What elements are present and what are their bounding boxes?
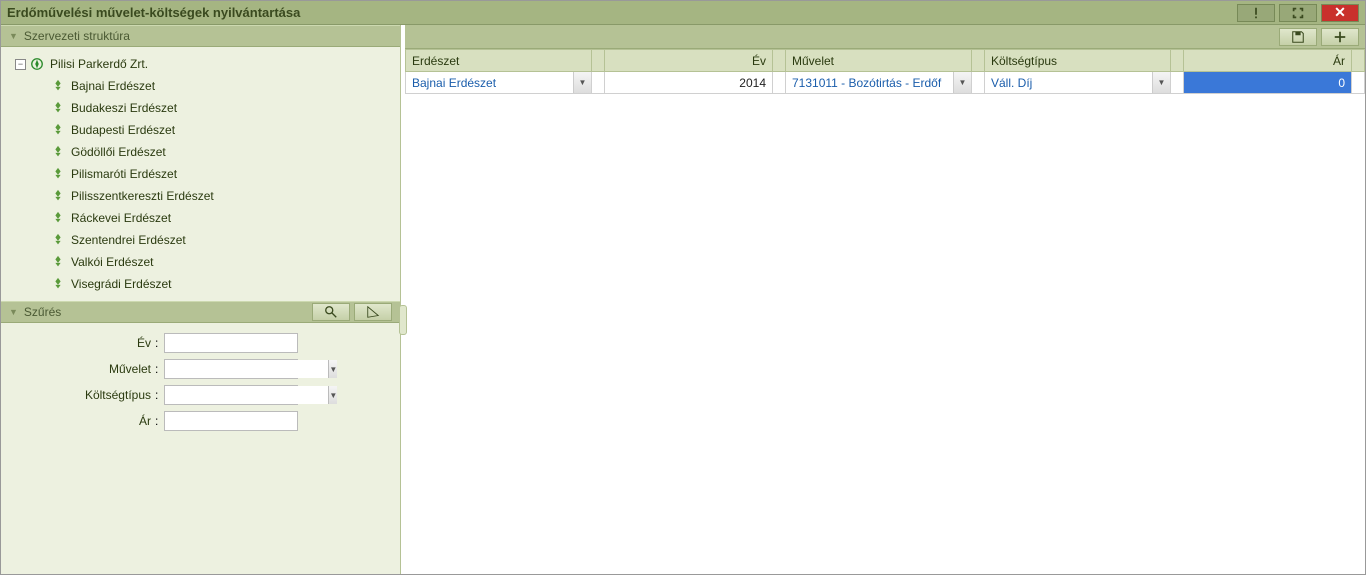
chevron-down-icon: ▼ bbox=[9, 307, 18, 317]
save-button[interactable] bbox=[1279, 28, 1317, 46]
col-ev[interactable]: Év bbox=[605, 50, 773, 72]
tree-item[interactable]: Pilismaróti Erdészet bbox=[5, 163, 396, 185]
leaf-icon bbox=[51, 123, 65, 137]
col-muvelet[interactable]: Művelet bbox=[786, 50, 972, 72]
leaf-icon bbox=[51, 167, 65, 181]
filter-header-label: Szűrés bbox=[24, 305, 61, 319]
tree-item-label: Gödöllői Erdészet bbox=[71, 145, 166, 159]
tree-item[interactable]: Pilisszentkereszti Erdészet bbox=[5, 185, 396, 207]
table-row[interactable]: ▼ ▼ ▼ bbox=[406, 72, 1365, 94]
dirty-marker bbox=[972, 72, 985, 94]
filter-panel-header[interactable]: ▼ Szűrés bbox=[1, 301, 400, 323]
tree-item[interactable]: Gödöllői Erdészet bbox=[5, 141, 396, 163]
col-erdeszet[interactable]: Erdészet bbox=[406, 50, 592, 72]
org-icon bbox=[30, 57, 44, 71]
data-grid: Erdészet Év Művelet Költségtípus Ár ▼ ▼ bbox=[405, 49, 1365, 94]
tree-item[interactable]: Visegrádi Erdészet bbox=[5, 273, 396, 295]
tree-item-label: Budapesti Erdészet bbox=[71, 123, 175, 137]
filter-muvelet-label: Művelet bbox=[15, 362, 155, 376]
col-ar[interactable]: Ár bbox=[1184, 50, 1352, 72]
leaf-icon bbox=[51, 79, 65, 93]
filter-koltseg-label: Költségtípus bbox=[15, 388, 155, 402]
tree-item-label: Bajnai Erdészet bbox=[71, 79, 155, 93]
filter-ev-label: Év bbox=[15, 336, 155, 350]
filter-ar-input[interactable] bbox=[164, 411, 298, 431]
dirty-marker bbox=[1352, 72, 1365, 94]
add-row-button[interactable] bbox=[1321, 28, 1359, 46]
tree-item-label: Visegrádi Erdészet bbox=[71, 277, 172, 291]
leaf-icon bbox=[51, 255, 65, 269]
tree-item-label: Szentendrei Erdészet bbox=[71, 233, 186, 247]
col-koltseg[interactable]: Költségtípus bbox=[985, 50, 1171, 72]
filter-ev-input[interactable] bbox=[164, 333, 298, 353]
leaf-icon bbox=[51, 189, 65, 203]
left-panel: ▼ Szervezeti struktúra − Pilisi Parkerdő… bbox=[1, 25, 401, 574]
filter-form: Év: Művelet: ▼ Költségtípus: ▼ Ár: bbox=[1, 323, 400, 574]
tree-item[interactable]: Budakeszi Erdészet bbox=[5, 97, 396, 119]
leaf-icon bbox=[51, 233, 65, 247]
grid-toolbar bbox=[405, 25, 1365, 49]
tree-root[interactable]: − Pilisi Parkerdő Zrt. bbox=[5, 53, 396, 75]
splitter-handle[interactable] bbox=[399, 305, 407, 335]
right-panel: Erdészet Év Művelet Költségtípus Ár ▼ ▼ bbox=[401, 25, 1365, 574]
tree-item[interactable]: Bajnai Erdészet bbox=[5, 75, 396, 97]
dirty-marker bbox=[592, 72, 605, 94]
chevron-down-icon[interactable]: ▼ bbox=[1152, 72, 1170, 93]
leaf-icon bbox=[51, 277, 65, 291]
leaf-icon bbox=[51, 211, 65, 225]
filter-muvelet-select[interactable]: ▼ bbox=[164, 359, 298, 379]
structure-header-label: Szervezeti struktúra bbox=[24, 29, 130, 43]
cell-muvelet[interactable] bbox=[786, 72, 953, 93]
alert-button[interactable] bbox=[1237, 4, 1275, 22]
tree-item[interactable]: Szentendrei Erdészet bbox=[5, 229, 396, 251]
cell-erdeszet[interactable] bbox=[406, 72, 573, 93]
dirty-marker bbox=[1171, 72, 1184, 94]
tree-root-label: Pilisi Parkerdő Zrt. bbox=[50, 57, 148, 71]
tree-item-label: Valkói Erdészet bbox=[71, 255, 153, 269]
titlebar: Erdőművelési művelet-költségek nyilvánta… bbox=[1, 1, 1365, 25]
clear-filter-button[interactable] bbox=[354, 303, 392, 321]
filter-koltseg-select[interactable]: ▼ bbox=[164, 385, 298, 405]
filter-ar-label: Ár bbox=[15, 414, 155, 428]
tree-item-label: Pilismaróti Erdészet bbox=[71, 167, 177, 181]
maximize-button[interactable] bbox=[1279, 4, 1317, 22]
tree-item-label: Ráckevei Erdészet bbox=[71, 211, 171, 225]
tree-item[interactable]: Budapesti Erdészet bbox=[5, 119, 396, 141]
close-button[interactable]: ✕ bbox=[1321, 4, 1359, 22]
org-tree: − Pilisi Parkerdő Zrt. Bajnai Erdészet B… bbox=[1, 47, 400, 301]
tree-collapse-icon[interactable]: − bbox=[15, 59, 26, 70]
structure-panel-header[interactable]: ▼ Szervezeti struktúra bbox=[1, 25, 400, 47]
leaf-icon bbox=[51, 145, 65, 159]
cell-ar[interactable] bbox=[1184, 72, 1351, 93]
chevron-down-icon[interactable]: ▼ bbox=[328, 360, 337, 378]
tree-item[interactable]: Ráckevei Erdészet bbox=[5, 207, 396, 229]
tree-item-label: Budakeszi Erdészet bbox=[71, 101, 177, 115]
cell-koltseg[interactable] bbox=[985, 72, 1152, 93]
cell-ev[interactable] bbox=[605, 72, 772, 93]
chevron-down-icon: ▼ bbox=[9, 31, 18, 41]
dirty-marker bbox=[773, 72, 786, 94]
chevron-down-icon[interactable]: ▼ bbox=[573, 72, 591, 93]
chevron-down-icon[interactable]: ▼ bbox=[328, 386, 337, 404]
tree-item-label: Pilisszentkereszti Erdészet bbox=[71, 189, 214, 203]
window-title: Erdőművelési művelet-költségek nyilvánta… bbox=[7, 5, 1233, 20]
tree-item[interactable]: Valkói Erdészet bbox=[5, 251, 396, 273]
leaf-icon bbox=[51, 101, 65, 115]
chevron-down-icon[interactable]: ▼ bbox=[953, 72, 971, 93]
search-button[interactable] bbox=[312, 303, 350, 321]
